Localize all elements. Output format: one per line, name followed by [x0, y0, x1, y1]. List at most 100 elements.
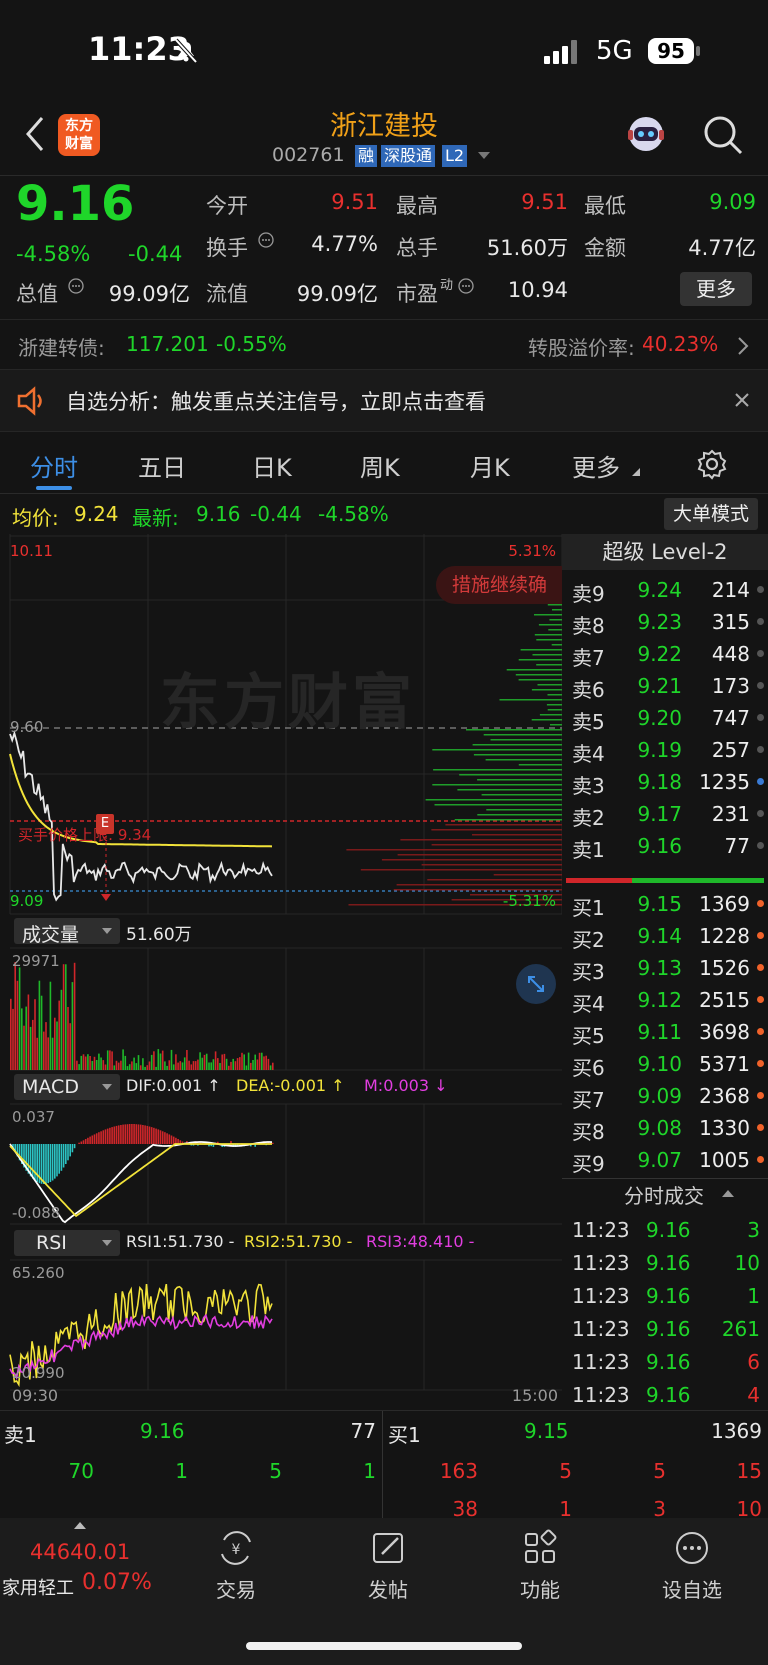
tab-intraday[interactable]: 分时 — [30, 448, 78, 483]
sell-level-row[interactable]: 卖5 9.20 747 — [562, 702, 768, 734]
volume-bar — [131, 1061, 133, 1070]
sell-level-row[interactable]: 卖4 9.19 257 — [562, 734, 768, 766]
depth-bar — [536, 639, 562, 641]
trade-price: 9.16 — [646, 1383, 691, 1407]
buy-level-row[interactable]: 买8 9.08 1330 — [562, 1112, 768, 1144]
macd-bar — [69, 1144, 71, 1157]
depth-bar — [427, 879, 562, 881]
warning-tag[interactable]: 措施继续确 — [436, 566, 562, 604]
level-volume: 1235 — [699, 770, 750, 794]
rsi-selector[interactable]: RSI — [14, 1230, 120, 1256]
depth-bar — [459, 774, 562, 776]
sell-level-row[interactable]: 卖8 9.23 315 — [562, 606, 768, 638]
depth-bar — [466, 729, 562, 731]
buy-level-row[interactable]: 买5 9.11 3698 — [562, 1016, 768, 1048]
buy-level-row[interactable]: 买1 9.15 1369 — [562, 888, 768, 920]
volume-bar — [219, 1063, 221, 1070]
buy-level-row[interactable]: 买4 9.12 2515 — [562, 984, 768, 1016]
info-icon[interactable] — [68, 278, 84, 294]
nav-functions[interactable]: 功能 — [490, 1528, 590, 1603]
macd-bar — [29, 1144, 32, 1177]
volume-bar — [159, 1053, 162, 1070]
convertible-bond-bar[interactable]: 浙建转债: 117.201 -0.55% 转股溢价率: 40.23% — [0, 320, 768, 370]
buy-level-row[interactable]: 买2 9.14 1228 — [562, 920, 768, 952]
nav-post[interactable]: 发帖 — [338, 1528, 438, 1603]
chevron-down-icon[interactable] — [478, 152, 490, 160]
level-label: 卖1 — [572, 838, 605, 862]
sell-level-row[interactable]: 卖6 9.21 173 — [562, 670, 768, 702]
tab-five-day[interactable]: 五日 — [138, 448, 186, 483]
edit-post-icon — [373, 1533, 403, 1563]
sell-queue-item: 1 — [363, 1459, 376, 1483]
level-price: 9.08 — [637, 1116, 682, 1140]
level2-title[interactable]: 超级 Level-2 — [562, 534, 768, 570]
volume-bar — [258, 1052, 261, 1070]
level-volume: 173 — [711, 674, 750, 698]
depth-bar — [346, 849, 562, 851]
sell-level-row[interactable]: 卖9 9.24 214 — [562, 574, 768, 606]
notice-banner[interactable]: 自选分析：触发重点关注信号，立即点击查看 — [0, 370, 768, 432]
volume-bar — [49, 981, 52, 1070]
amount-label: 金额 — [584, 236, 626, 260]
robot-assistant-icon[interactable] — [624, 112, 668, 156]
tab-monthly-k[interactable]: 月K — [470, 448, 510, 483]
tab-active-indicator — [36, 486, 72, 490]
sell-level-row[interactable]: 卖3 9.18 1235 — [562, 766, 768, 798]
intraday-chart-area[interactable]: 东方财富 10.11 5.31% 9.60 9.09 -5.31% 措施继续确 … — [0, 534, 562, 1412]
event-marker[interactable]: E — [96, 814, 114, 834]
fullscreen-button[interactable] — [516, 964, 556, 1004]
info-icon[interactable] — [258, 232, 274, 248]
macd-bar — [71, 1144, 74, 1153]
macd-bar — [102, 1130, 105, 1144]
sell-level-row[interactable]: 卖1 9.16 77 — [562, 830, 768, 862]
total-value: 99.09亿 — [108, 282, 190, 306]
volume-bar — [104, 1064, 107, 1070]
tab-daily-k[interactable]: 日K — [252, 448, 292, 483]
volume-bar — [217, 1058, 219, 1070]
volume-selector[interactable]: 成交量 — [14, 918, 120, 946]
buy-queue-item: 5 — [653, 1459, 666, 1483]
depth-bar — [534, 614, 562, 616]
nav-add-watchlist[interactable]: 设自选 — [642, 1528, 742, 1603]
macd-bar — [150, 1127, 153, 1144]
volume-bar — [29, 1026, 32, 1070]
info-icon[interactable] — [458, 278, 474, 294]
volume-bar — [82, 1054, 85, 1070]
buy-level-row[interactable]: 买9 9.07 1005 — [562, 1144, 768, 1176]
volume-bar — [47, 1037, 49, 1070]
tab-more[interactable]: 更多 — [572, 448, 620, 483]
volume-bar — [91, 1061, 94, 1070]
buy-level-row[interactable]: 买7 9.09 2368 — [562, 1080, 768, 1112]
price-axis-mid: 9.60 — [10, 718, 44, 736]
macd-selector[interactable]: MACD — [14, 1074, 120, 1100]
volume-bar — [80, 1055, 83, 1070]
buy-level-row[interactable]: 买6 9.10 5371 — [562, 1048, 768, 1080]
bond-name: 浙建转债: — [18, 336, 105, 360]
depth-bar — [546, 704, 562, 706]
level-price: 9.17 — [637, 802, 682, 826]
chevron-up-icon[interactable] — [74, 1522, 86, 1530]
nav-trade[interactable]: ¥ 交易 — [186, 1528, 286, 1603]
trade-row: 11:23 9.16 4 — [562, 1379, 768, 1411]
volume-bar — [115, 1060, 118, 1070]
trades-title[interactable]: 分时成交 — [624, 1180, 704, 1209]
sell-level-row[interactable]: 卖2 9.17 231 — [562, 798, 768, 830]
level-price: 9.12 — [637, 988, 682, 1012]
search-icon[interactable] — [702, 114, 744, 156]
sell-level-row[interactable]: 卖7 9.22 448 — [562, 638, 768, 670]
depth-bar — [550, 724, 562, 726]
tab-weekly-k[interactable]: 周K — [360, 448, 400, 483]
volume-bar — [98, 1053, 100, 1070]
volume-bar — [179, 1061, 182, 1070]
close-icon[interactable] — [734, 392, 750, 408]
depth-bar — [454, 819, 562, 821]
more-button[interactable]: 更多 — [680, 272, 752, 306]
settings-gear-icon[interactable] — [696, 448, 728, 480]
level-label: 卖3 — [572, 774, 605, 798]
large-order-mode-button[interactable]: 大单模式 — [664, 498, 758, 530]
index-value[interactable]: 44640.01 — [30, 1540, 130, 1564]
macd-bar — [91, 1135, 94, 1144]
macd-bar — [111, 1127, 113, 1144]
volume-total: 51.60万 — [126, 925, 192, 945]
buy-level-row[interactable]: 买3 9.13 1526 — [562, 952, 768, 984]
